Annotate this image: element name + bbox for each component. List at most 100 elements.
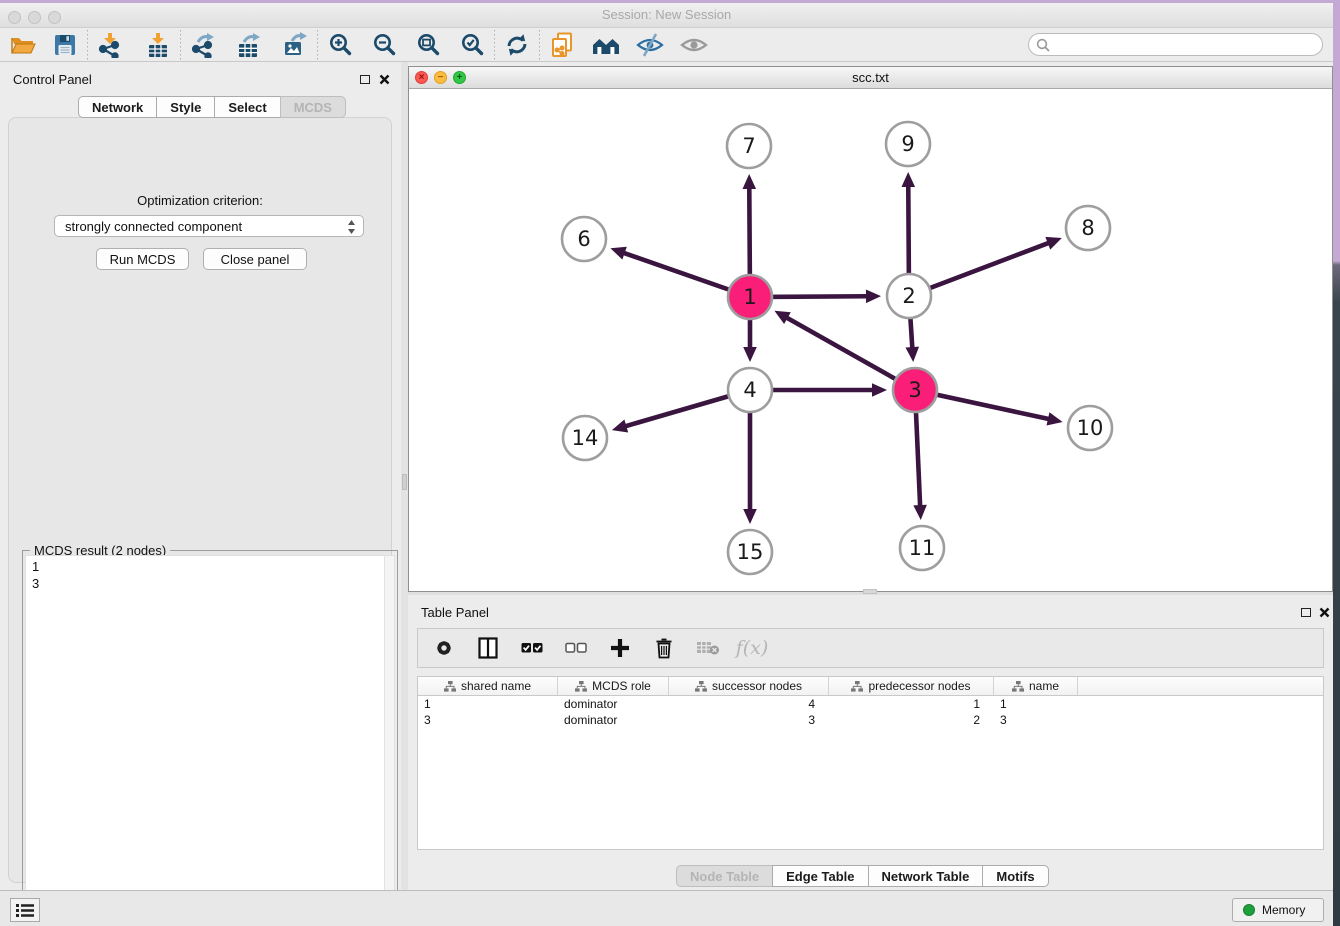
refresh-layout-button[interactable] [502, 31, 532, 59]
edge-arrowhead [913, 505, 927, 520]
zoom-in-button[interactable] [325, 31, 355, 59]
vertical-splitter[interactable] [401, 62, 408, 890]
main-toolbar [0, 28, 1333, 62]
column-header-MCDS-role[interactable]: MCDS role [558, 677, 669, 695]
network-window-titlebar: × − + scc.txt [409, 67, 1332, 89]
memory-button[interactable]: Memory [1232, 898, 1324, 922]
table-cell[interactable]: 3 [994, 712, 1078, 728]
export-network-button[interactable] [188, 31, 218, 59]
table-cell[interactable]: 1 [418, 696, 558, 712]
trash-icon [653, 637, 675, 659]
close-panel-icon[interactable] [1319, 607, 1330, 618]
column-layout-button[interactable] [474, 635, 502, 661]
zoom-out-button[interactable] [369, 31, 399, 59]
network-canvas[interactable]: 1234678910111415 [409, 89, 1332, 591]
edge-arrowhead [612, 419, 628, 432]
node-label-2: 2 [902, 284, 915, 308]
save-session-button[interactable] [50, 31, 80, 59]
sitemap-icon [695, 681, 707, 692]
tab-edge-table[interactable]: Edge Table [772, 865, 868, 887]
node-label-10: 10 [1077, 416, 1104, 440]
table-row[interactable]: 3dominator323 [418, 712, 1323, 728]
show-all-button[interactable] [679, 31, 709, 59]
network-view-window: × − + scc.txt 1234678910111415 [408, 66, 1333, 592]
checked-boxes-icon [521, 638, 543, 658]
eye-icon [680, 32, 708, 58]
control-panel-tabs: NetworkStyleSelectMCDS [78, 96, 346, 118]
export-image-icon [282, 32, 308, 58]
edge-arrowhead [905, 347, 919, 362]
hide-selected-button[interactable] [635, 31, 665, 59]
table-cell[interactable]: 1 [829, 696, 994, 712]
column-header-successor-nodes[interactable]: successor nodes [669, 677, 829, 695]
splitter-grip[interactable] [402, 474, 407, 490]
import-table-button[interactable] [143, 31, 173, 59]
run-mcds-button[interactable]: Run MCDS [96, 248, 189, 270]
mcds-result-textarea[interactable]: 1 3 [25, 555, 395, 926]
result-scrollbar[interactable] [384, 556, 394, 926]
delete-column-button[interactable] [650, 635, 678, 661]
export-image-button[interactable] [280, 31, 310, 59]
table-cell[interactable]: 3 [418, 712, 558, 728]
edge-arrowhead [872, 383, 887, 397]
table-cell[interactable]: 3 [669, 712, 829, 728]
tab-motifs[interactable]: Motifs [982, 865, 1048, 887]
save-icon [52, 32, 78, 58]
task-history-button[interactable] [10, 898, 40, 922]
tab-network[interactable]: Network [78, 96, 157, 118]
deselect-all-button[interactable] [562, 635, 590, 661]
node-table: shared nameMCDS rolesuccessor nodesprede… [417, 676, 1324, 850]
table-cell[interactable]: 2 [829, 712, 994, 728]
open-session-button[interactable] [8, 31, 38, 59]
add-column-button[interactable] [606, 635, 634, 661]
export-table-button[interactable] [234, 31, 264, 59]
criterion-value: strongly connected component [65, 219, 242, 234]
search-input[interactable] [1053, 35, 1313, 54]
settings-gear-button[interactable] [430, 635, 458, 661]
zoom-fit-icon [416, 32, 441, 57]
status-bar: Memory [0, 890, 1333, 926]
table-cell[interactable]: 4 [669, 696, 829, 712]
new-network-from-selection-button[interactable] [547, 31, 577, 59]
node-label-3: 3 [908, 378, 921, 402]
zoom-selected-button[interactable] [457, 31, 487, 59]
column-header-name[interactable]: name [994, 677, 1078, 695]
refresh-icon [504, 32, 530, 58]
search-box [1028, 33, 1323, 56]
tab-mcds[interactable]: MCDS [280, 96, 346, 118]
table-cell[interactable]: dominator [558, 696, 669, 712]
edge-arrowhead [1047, 412, 1063, 425]
tab-select[interactable]: Select [214, 96, 280, 118]
node-label-6: 6 [577, 227, 590, 251]
zoom-fit-button[interactable] [413, 31, 443, 59]
sitemap-icon [851, 681, 863, 692]
control-panel-header: Control Panel [0, 70, 401, 90]
close-panel-icon[interactable] [379, 74, 390, 85]
float-panel-icon[interactable] [1301, 608, 1311, 617]
sitemap-icon [444, 681, 456, 692]
first-neighbors-button[interactable] [591, 31, 621, 59]
float-panel-icon[interactable] [360, 75, 370, 84]
criterion-select[interactable]: strongly connected component [54, 215, 364, 237]
table-cell[interactable]: 1 [994, 696, 1078, 712]
splitter-grip[interactable] [863, 589, 877, 594]
edge-arrowhead [743, 347, 757, 362]
tab-style[interactable]: Style [156, 96, 215, 118]
table-row[interactable]: 1dominator411 [418, 696, 1323, 712]
toolbar-separator [180, 30, 181, 60]
sitemap-icon [575, 681, 587, 692]
tab-node-table[interactable]: Node Table [676, 865, 773, 887]
export-network-icon [190, 32, 216, 58]
column-header-shared-name[interactable]: shared name [418, 677, 558, 695]
table-cell[interactable]: dominator [558, 712, 669, 728]
tab-network-table[interactable]: Network Table [868, 865, 984, 887]
select-all-button[interactable] [518, 635, 546, 661]
edge-arrowhead [866, 289, 881, 303]
delete-table-button[interactable] [694, 635, 722, 661]
function-builder-button[interactable]: f(x) [738, 635, 766, 661]
import-network-button[interactable] [95, 31, 125, 59]
close-panel-button[interactable]: Close panel [203, 248, 307, 270]
table-toolbar: f(x) [417, 628, 1324, 668]
column-header-predecessor-nodes[interactable]: predecessor nodes [829, 677, 994, 695]
mcds-result-groupbox: MCDS result (2 nodes) 1 3 [22, 550, 398, 926]
